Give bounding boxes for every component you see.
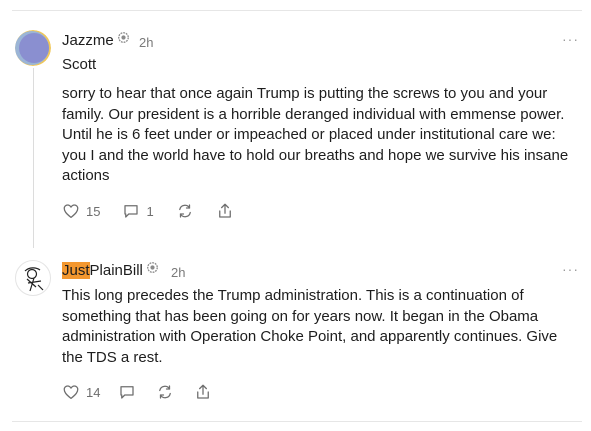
reply-button[interactable] [118, 383, 136, 401]
author-name[interactable]: Just PlainBill [62, 262, 158, 279]
share-button[interactable] [216, 202, 234, 220]
like-button[interactable]: 15 [62, 202, 100, 220]
share-button[interactable] [194, 383, 212, 401]
restack-button[interactable] [156, 383, 174, 401]
comment-body: This long precedes the Trump administrat… [62, 287, 558, 366]
more-options-button[interactable]: ··· [562, 31, 579, 47]
restack-icon [178, 204, 191, 218]
author-name-highlight: Just [62, 262, 90, 279]
avatar-image [15, 30, 51, 66]
bottom-divider [12, 421, 582, 422]
gear-badge-icon [117, 32, 129, 43]
avatar[interactable] [15, 30, 51, 66]
reply-count: 1 [146, 203, 154, 219]
top-divider [12, 10, 582, 11]
author-name-text: Jazzme [62, 32, 114, 49]
comment-body: sorry to hear that once again Trump is p… [62, 85, 569, 184]
comment-actions: 14 [62, 383, 212, 401]
comment-greeting: Scott [62, 56, 97, 73]
author-name-text: PlainBill [89, 262, 143, 279]
restack-icon [159, 385, 172, 399]
share-icon [197, 384, 210, 399]
reply-button[interactable]: 1 [122, 202, 154, 220]
thread-line [33, 68, 34, 248]
comment-icon [124, 205, 139, 218]
share-icon [218, 203, 231, 218]
author-name[interactable]: Jazzme [62, 32, 129, 49]
comment-actions: 15 1 [62, 202, 234, 220]
avatar-image [24, 267, 44, 292]
timestamp[interactable]: 2h [139, 35, 153, 50]
comment-icon [120, 386, 135, 399]
like-count: 14 [86, 384, 101, 400]
gear-badge-icon [146, 262, 158, 273]
restack-button[interactable] [176, 202, 194, 220]
like-count: 15 [86, 203, 101, 219]
heart-icon [63, 204, 79, 219]
heart-icon [63, 385, 79, 400]
more-options-button[interactable]: ··· [562, 261, 579, 277]
timestamp[interactable]: 2h [171, 265, 185, 280]
avatar[interactable] [15, 260, 51, 296]
like-button[interactable]: 14 [62, 383, 100, 401]
